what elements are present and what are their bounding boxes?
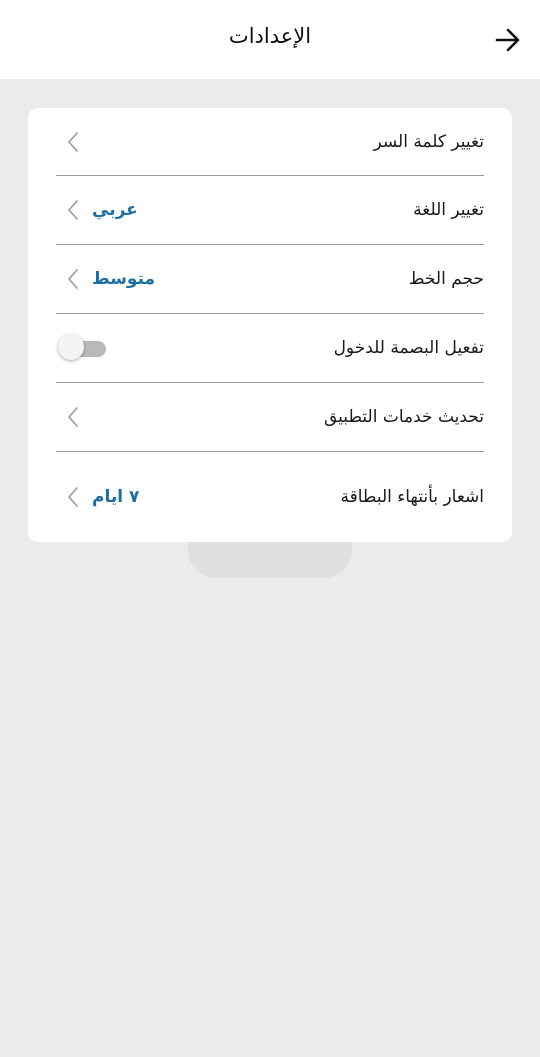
settings-item-label: تحديث خدمات التطبيق (324, 407, 484, 427)
top-app-bar: الإعدادات (0, 0, 540, 79)
page-title: الإعدادات (228, 24, 312, 48)
settings-item-card-expiry-notice[interactable]: اشعار بأنتهاء البطاقة ٧ ايام (56, 462, 484, 532)
toggle-knob (58, 334, 84, 360)
back-button[interactable] (494, 26, 522, 54)
settings-card: تغيير كلمة السر تغيير اللغة عربي حجم الخ… (28, 108, 512, 542)
chevron-left-icon (68, 487, 78, 507)
expiry-notice-value: ٧ ايام (92, 487, 140, 507)
settings-item-fingerprint-login: تفعيل البصمة للدخول (56, 314, 484, 382)
chevron-left-icon (68, 200, 78, 220)
settings-item-change-password[interactable]: تغيير كلمة السر (56, 108, 484, 176)
language-value: عربي (92, 200, 138, 220)
font-size-value: متوسط (92, 269, 156, 289)
chevron-left-icon (68, 269, 78, 289)
settings-item-label: اشعار بأنتهاء البطاقة (340, 487, 484, 507)
settings-item-font-size[interactable]: حجم الخط متوسط (56, 245, 484, 313)
settings-item-label: تغيير كلمة السر (373, 132, 485, 152)
chevron-left-icon (68, 132, 78, 152)
settings-item-update-services[interactable]: تحديث خدمات التطبيق (56, 383, 484, 451)
fingerprint-toggle[interactable] (58, 334, 106, 362)
arrow-right-icon (495, 28, 520, 52)
chevron-left-icon (68, 407, 78, 427)
divider (56, 451, 484, 452)
settings-item-label: حجم الخط (408, 269, 484, 289)
settings-item-change-language[interactable]: تغيير اللغة عربي (56, 176, 484, 244)
settings-item-label: تفعيل البصمة للدخول (333, 338, 484, 358)
settings-item-label: تغيير اللغة (413, 200, 484, 220)
